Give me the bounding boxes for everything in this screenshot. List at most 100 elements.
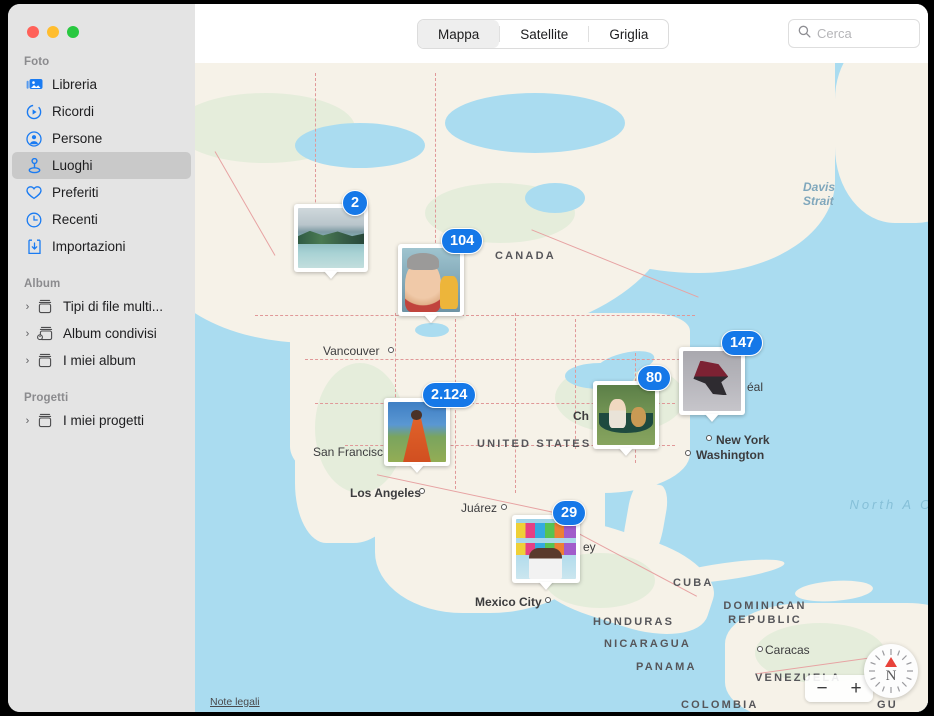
photo-cluster-canada[interactable]: 104 (398, 244, 464, 316)
photo-orange-dress (388, 402, 446, 462)
compass-icon[interactable]: N (864, 644, 918, 698)
cluster-count-badge[interactable]: 29 (552, 500, 586, 526)
sidebar-item-label: I miei album (63, 353, 136, 368)
cluster-count-badge[interactable]: 80 (637, 365, 671, 391)
landmass-greenland (835, 63, 928, 223)
cluster-pointer (324, 271, 338, 279)
map-label-nicaragua: NICARAGUA (604, 638, 691, 650)
cluster-thumbnail[interactable] (679, 347, 745, 415)
cluster-count-badge[interactable]: 104 (441, 228, 483, 254)
water-body (415, 323, 449, 337)
album-icon (35, 298, 55, 316)
photo-girl-hammock-dog (597, 385, 655, 445)
sidebar-item-recenti[interactable]: Recenti (12, 206, 191, 233)
chevron-right-icon[interactable]: › (22, 415, 33, 427)
cluster-pointer (424, 315, 438, 323)
sidebar-item-i-miei-progetti[interactable]: › I miei progetti (12, 407, 191, 434)
tab-satellite[interactable]: Satellite (500, 20, 588, 48)
cluster-thumbnail[interactable] (398, 244, 464, 316)
album-icon (35, 352, 55, 370)
sidebar-item-label: Persone (52, 131, 102, 146)
sidebar-item-label: I miei progetti (63, 413, 144, 428)
photo-cluster-mexico[interactable]: 29 (512, 515, 580, 583)
photo-detail (529, 548, 561, 579)
search-placeholder: Cerca (817, 26, 852, 41)
city-dot (757, 646, 763, 652)
national-border (435, 73, 436, 253)
sidebar-item-preferiti[interactable]: Preferiti (12, 179, 191, 206)
sidebar-item-luoghi[interactable]: Luoghi (12, 152, 191, 179)
tab-griglia[interactable]: Griglia (589, 20, 668, 48)
zoom-out-button[interactable]: − (805, 675, 839, 702)
sidebar-item-persone[interactable]: Persone (12, 125, 191, 152)
sidebar: Foto Libreria Ricordi Persone Luoghi (8, 4, 195, 712)
city-dot (419, 488, 425, 494)
search-icon (798, 25, 811, 43)
map-label-ocean-text: North A Oce (849, 497, 928, 512)
sidebar-item-libreria[interactable]: Libreria (12, 71, 191, 98)
sidebar-item-album-condivisi[interactable]: › Album condivisi (12, 320, 191, 347)
close-button[interactable] (27, 26, 39, 38)
photo-cluster-california[interactable]: 2.124 (384, 398, 450, 466)
sidebar-item-label: Preferiti (52, 185, 99, 200)
import-icon (24, 238, 44, 256)
cluster-count-badge[interactable]: 2 (342, 190, 368, 216)
city-dot (706, 435, 712, 441)
minimize-button[interactable] (47, 26, 59, 38)
sidebar-group-title-album: Album (8, 278, 195, 293)
clock-icon (24, 211, 44, 229)
sidebar-item-tipi-di-file[interactable]: › Tipi di file multi... (12, 293, 191, 320)
water-body (445, 93, 625, 153)
chevron-right-icon[interactable]: › (22, 328, 33, 340)
chevron-right-icon[interactable]: › (22, 301, 33, 313)
maximize-button[interactable] (67, 26, 79, 38)
photo-detail (407, 253, 438, 270)
city-dot (685, 450, 691, 456)
heart-icon (24, 184, 44, 202)
main-content: Mappa Satellite Griglia Cerca (195, 4, 928, 712)
cluster-thumbnail[interactable] (384, 398, 450, 466)
shared-album-icon (35, 325, 55, 343)
sidebar-item-ricordi[interactable]: Ricordi (12, 98, 191, 125)
chevron-right-icon[interactable]: › (22, 355, 33, 367)
sidebar-item-label: Recenti (52, 212, 98, 227)
sidebar-item-i-miei-album[interactable]: › I miei album (12, 347, 191, 374)
people-icon (24, 130, 44, 148)
memories-icon (24, 103, 44, 121)
cluster-pointer (619, 448, 633, 456)
photo-detail (403, 418, 431, 462)
sidebar-item-importazioni[interactable]: Importazioni (12, 233, 191, 260)
photo-cluster-lake[interactable]: 2 (294, 204, 368, 272)
photo-detail (693, 361, 728, 396)
map-zoom-controls[interactable]: − + (805, 675, 873, 702)
view-mode-segmented-control[interactable]: Mappa Satellite Griglia (417, 19, 669, 49)
map-canvas[interactable]: CANADA UNITED STATES CUBA DOMINICAN REPU… (195, 63, 928, 712)
photo-mountain-lake (298, 208, 364, 268)
state-border (575, 319, 576, 449)
photo-cluster-northeast[interactable]: 147 (679, 347, 745, 415)
photo-selfie-couple (402, 248, 460, 312)
photo-cluster-midwest[interactable]: 80 (593, 381, 659, 449)
tab-mappa[interactable]: Mappa (418, 20, 499, 48)
photo-detail (411, 410, 421, 420)
photo-dancer-jump (683, 351, 741, 411)
cluster-pointer (705, 414, 719, 422)
window-traffic-lights (8, 4, 195, 38)
cluster-thumbnail[interactable] (593, 381, 659, 449)
national-border-canada-usa (255, 315, 695, 316)
cluster-count-badge[interactable]: 2.124 (422, 382, 476, 408)
compass-ticks (864, 644, 918, 698)
sidebar-item-label: Ricordi (52, 104, 94, 119)
cluster-count-badge[interactable]: 147 (721, 330, 763, 356)
sidebar-item-label: Importazioni (52, 239, 126, 254)
map-label-montreal: éal (747, 380, 763, 394)
cluster-pointer (539, 582, 553, 590)
toolbar: Mappa Satellite Griglia Cerca (195, 4, 928, 63)
album-icon (35, 412, 55, 430)
map-label-north-atlantic-ocean: North A Oce (843, 495, 928, 515)
legal-notes-link[interactable]: Note legali (210, 696, 260, 708)
state-border (515, 313, 516, 493)
search-field[interactable]: Cerca (788, 19, 920, 48)
sidebar-group-title-foto: Foto (8, 56, 195, 71)
water-body (525, 183, 585, 213)
